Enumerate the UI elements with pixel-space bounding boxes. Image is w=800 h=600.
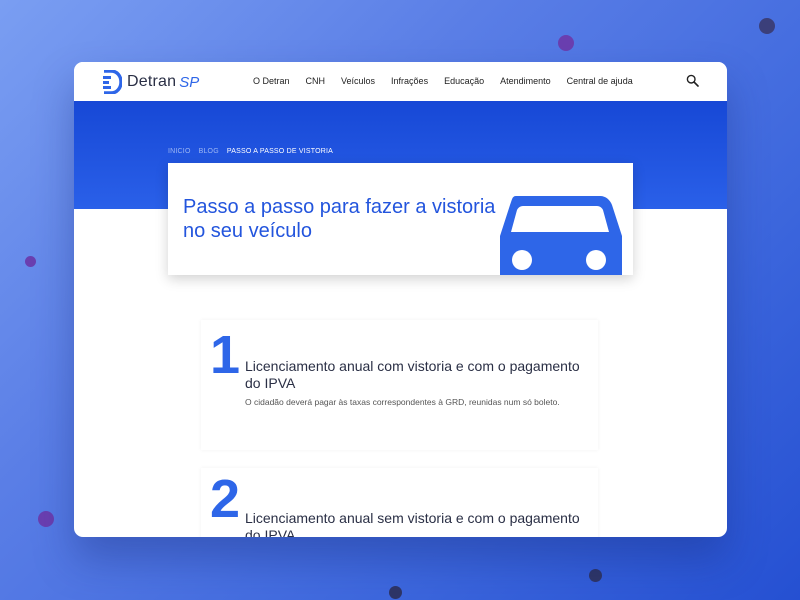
breadcrumb: INICIO BLOG PASSO A PASSO DE VISTORIA	[168, 148, 333, 155]
nav-item-atendimento[interactable]: Atendimento	[500, 76, 551, 86]
decor-dot	[589, 569, 602, 582]
breadcrumb-current: PASSO A PASSO DE VISTORIA	[226, 148, 334, 155]
main-nav: O Detran CNH Veículos Infrações Educação…	[253, 76, 649, 86]
hero-card: Passo a passo para fazer a vistoria no s…	[168, 163, 633, 275]
decor-dot	[389, 586, 402, 599]
search-button[interactable]	[686, 74, 699, 92]
page-title: Passo a passo para fazer a vistoria no s…	[183, 196, 496, 242]
step-number: 1	[210, 325, 241, 385]
brand-name: Detran	[127, 73, 177, 90]
brand-suffix: SP	[179, 73, 200, 91]
step-card: 1 Licenciamento anual com vistoria e com…	[201, 320, 598, 450]
search-icon	[686, 74, 699, 87]
step-number: 2	[210, 469, 241, 529]
step-title: Licenciamento anual sem vistoria e com o…	[245, 510, 580, 537]
nav-item-educacao[interactable]: Educação	[444, 76, 484, 86]
nav-item-infracoes[interactable]: Infrações	[391, 76, 428, 86]
breadcrumb-item-inicio[interactable]: INICIO	[168, 148, 191, 155]
decor-dot	[558, 35, 574, 51]
decor-dot	[759, 18, 775, 34]
nav-item-veiculos[interactable]: Veículos	[341, 76, 375, 86]
nav-item-central-de-ajuda[interactable]: Central de ajuda	[567, 76, 633, 86]
navbar: Detran SP O Detran CNH Veículos Infraçõe…	[74, 62, 727, 101]
brand-logo[interactable]: Detran SP	[102, 70, 199, 94]
decor-dot	[25, 256, 36, 267]
nav-item-cnh[interactable]: CNH	[306, 76, 326, 86]
decor-dot	[38, 511, 54, 527]
detran-logo-icon	[103, 70, 122, 94]
car-icon	[500, 196, 622, 275]
breadcrumb-item-blog[interactable]: BLOG	[199, 148, 219, 155]
step-title: Licenciamento anual com vistoria e com o…	[245, 358, 580, 391]
browser-window: Detran SP O Detran CNH Veículos Infraçõe…	[74, 62, 727, 537]
nav-item-o-detran[interactable]: O Detran	[253, 76, 290, 86]
step-description: O cidadão deverá pagar às taxas correspo…	[245, 397, 560, 407]
step-card: 2 Licenciamento anual sem vistoria e com…	[201, 468, 598, 537]
